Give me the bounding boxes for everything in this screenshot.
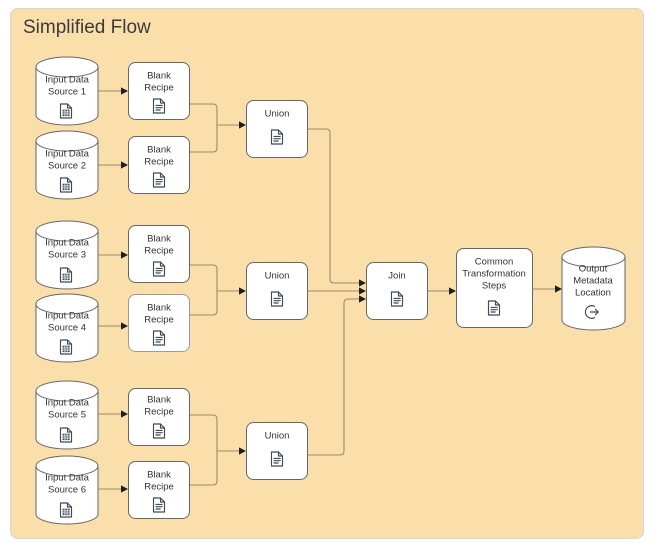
node-label-line1: Union bbox=[265, 109, 290, 120]
node-label-line3: Steps bbox=[482, 281, 507, 292]
node-label-line2: Source 6 bbox=[48, 485, 86, 496]
node-join[interactable]: Join bbox=[366, 262, 428, 320]
node-blank-recipe-6[interactable]: Blank Recipe bbox=[128, 461, 190, 519]
node-label-line1: Input Data bbox=[45, 149, 90, 160]
node-label-line2: Recipe bbox=[144, 315, 174, 326]
node-label-line2: Transformation bbox=[462, 269, 526, 280]
node-label-line1: Blank bbox=[147, 395, 171, 406]
node-label-line1: Blank bbox=[147, 234, 171, 245]
node-label-line2: Source 2 bbox=[48, 161, 86, 172]
node-common-transformation-steps[interactable]: Common Transformation Steps bbox=[456, 248, 533, 328]
node-label-line1: Union bbox=[265, 431, 290, 442]
node-blank-recipe-5[interactable]: Blank Recipe bbox=[128, 388, 190, 446]
node-label-line2: Source 1 bbox=[48, 87, 86, 98]
node-label-line2: Recipe bbox=[144, 246, 174, 257]
node-input-data-source-6[interactable]: Input Data Source 6 bbox=[35, 455, 99, 525]
node-blank-recipe-3[interactable]: Blank Recipe bbox=[128, 225, 190, 283]
node-blank-recipe-1[interactable]: Blank Recipe bbox=[128, 62, 190, 120]
node-label-line1: Union bbox=[265, 271, 290, 282]
node-label-line1: Common bbox=[475, 257, 514, 268]
node-union-2[interactable]: Union bbox=[246, 262, 308, 320]
node-input-data-source-3[interactable]: Input Data Source 3 bbox=[35, 220, 99, 290]
node-label-line2: Source 5 bbox=[48, 410, 86, 421]
node-blank-recipe-2[interactable]: Blank Recipe bbox=[128, 136, 190, 194]
node-label-line2: Source 3 bbox=[48, 250, 86, 261]
node-input-data-source-1[interactable]: Input Data Source 1 bbox=[35, 56, 99, 126]
node-label-line1: Input Data bbox=[45, 398, 90, 409]
node-label-line1: Join bbox=[388, 271, 405, 282]
node-label-line1: Output bbox=[579, 264, 608, 275]
node-label-line2: Recipe bbox=[144, 407, 174, 418]
node-label-line1: Input Data bbox=[45, 311, 90, 322]
node-label-line1: Input Data bbox=[45, 238, 90, 249]
node-input-data-source-4[interactable]: Input Data Source 4 bbox=[35, 293, 99, 363]
diagram-background bbox=[10, 8, 644, 539]
node-label-line2: Recipe bbox=[144, 157, 174, 168]
node-union-1[interactable]: Union bbox=[246, 100, 308, 158]
node-input-data-source-2[interactable]: Input Data Source 2 bbox=[35, 130, 99, 200]
node-label-line2: Source 4 bbox=[48, 323, 86, 334]
node-label-line1: Blank bbox=[147, 145, 171, 156]
node-label-line1: Input Data bbox=[45, 75, 90, 86]
page-title: Simplified Flow bbox=[23, 17, 151, 38]
node-input-data-source-5[interactable]: Input Data Source 5 bbox=[35, 380, 99, 450]
node-label-line2: Recipe bbox=[144, 482, 174, 493]
node-union-3[interactable]: Union bbox=[246, 422, 308, 480]
flow-diagram-canvas: Simplified Flow Input Data Source 1 Blan… bbox=[0, 0, 654, 556]
node-label-line2: Recipe bbox=[144, 83, 174, 94]
node-blank-recipe-4[interactable]: Blank Recipe bbox=[128, 294, 190, 352]
node-label-line1: Blank bbox=[147, 71, 171, 82]
node-label-line1: Blank bbox=[147, 470, 171, 481]
node-label-line2: Metadata bbox=[573, 276, 613, 287]
node-label-line3: Location bbox=[575, 288, 611, 299]
node-label-line1: Input Data bbox=[45, 473, 90, 484]
node-output-metadata-location[interactable]: Output Metadata Location bbox=[561, 246, 626, 331]
node-label-line1: Blank bbox=[147, 303, 171, 314]
